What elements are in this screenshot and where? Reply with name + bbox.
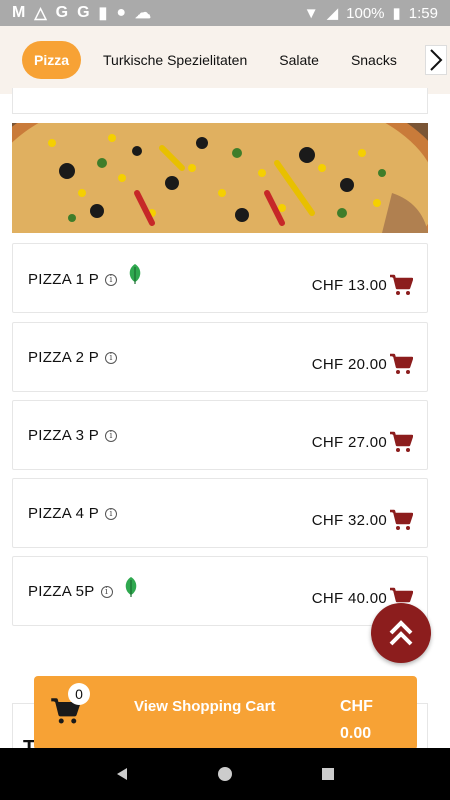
- signal-icon: ◢: [326, 5, 339, 22]
- tab-turkische-spezielitaten[interactable]: Turkische Spezielitaten: [103, 52, 247, 68]
- menu-item[interactable]: PIZZA 2 P i CHF 20.00: [12, 322, 428, 392]
- item-name: PIZZA 1 P: [28, 271, 100, 288]
- info-icon[interactable]: i: [105, 507, 118, 520]
- tab-pizza[interactable]: Pizza: [22, 41, 82, 79]
- pizza-banner-image: [12, 123, 428, 233]
- menu-item[interactable]: PIZZA 5P i CHF 40.00: [12, 556, 428, 626]
- item-name: PIZZA 2 P: [28, 349, 100, 366]
- system-nav-bar: [0, 748, 450, 800]
- google-icon: G: [77, 4, 90, 21]
- tab-snacks[interactable]: Snacks: [351, 52, 397, 68]
- item-price: CHF 13.00: [311, 277, 387, 294]
- drive-icon: △: [34, 5, 47, 22]
- info-icon[interactable]: i: [105, 429, 118, 442]
- battery-icon: ▮: [392, 5, 401, 22]
- menu-item[interactable]: PIZZA 1 P i CHF 13.00: [12, 243, 428, 313]
- scroll-to-top-button[interactable]: [371, 603, 431, 663]
- recents-square-icon: [322, 768, 335, 780]
- category-tabs: Pizza Turkische Spezielitaten Salate Sna…: [0, 26, 450, 94]
- google-icon: G: [55, 4, 69, 21]
- previous-card: [12, 88, 428, 114]
- item-price: CHF 20.00: [311, 356, 387, 373]
- add-to-cart-icon[interactable]: [389, 509, 413, 531]
- recents-button[interactable]: [313, 759, 343, 789]
- battery-level: 100%: [346, 4, 385, 22]
- cart-count-badge: 0: [68, 683, 90, 705]
- back-triangle-icon: [116, 768, 127, 780]
- home-circle-icon: [217, 767, 232, 781]
- chevron-right-icon: [430, 49, 443, 71]
- tab-salate[interactable]: Salate: [279, 52, 319, 68]
- gmail-icon: M: [12, 4, 26, 21]
- item-name: PIZZA 3 P: [28, 427, 100, 444]
- menu-item[interactable]: PIZZA 4 P i CHF 32.00: [12, 478, 428, 548]
- circle-icon: ●: [116, 4, 127, 21]
- cart-label: View Shopping Cart: [134, 698, 276, 715]
- item-price: CHF 27.00: [311, 434, 387, 451]
- cart-total: 0.00: [340, 725, 372, 742]
- item-price: CHF 40.00: [311, 590, 387, 607]
- info-icon[interactable]: i: [105, 351, 118, 364]
- menu-item[interactable]: PIZZA 3 P i CHF 27.00: [12, 400, 428, 470]
- notification-icons: M △ G G ▮ ● ☁: [12, 3, 151, 23]
- back-button[interactable]: [107, 759, 137, 789]
- sd-card-icon: ▮: [98, 5, 108, 22]
- info-icon[interactable]: i: [100, 585, 113, 598]
- cloud-icon: ☁: [135, 5, 152, 22]
- vegetarian-leaf-icon: [125, 576, 136, 597]
- wifi-icon: ▼: [303, 4, 319, 22]
- double-chevron-up-icon: [389, 620, 413, 646]
- status-bar: M △ G G ▮ ● ☁ ▼ ◢ 100% ▮ 1:59: [0, 0, 450, 26]
- add-to-cart-icon[interactable]: [389, 353, 413, 375]
- tabs-next-button[interactable]: [425, 45, 447, 75]
- add-to-cart-icon[interactable]: [389, 274, 413, 296]
- view-shopping-cart-button[interactable]: 0 View Shopping Cart CHF 0.00: [34, 676, 417, 750]
- add-to-cart-icon[interactable]: [389, 431, 413, 453]
- vegetarian-leaf-icon: [129, 263, 141, 284]
- item-name: PIZZA 4 P: [28, 505, 100, 522]
- home-button[interactable]: [210, 759, 240, 789]
- cart-currency: CHF: [340, 698, 373, 715]
- item-name: PIZZA 5P: [28, 583, 95, 600]
- item-price: CHF 32.00: [311, 512, 387, 529]
- info-icon[interactable]: i: [105, 273, 118, 286]
- clock: 1:59: [408, 4, 438, 22]
